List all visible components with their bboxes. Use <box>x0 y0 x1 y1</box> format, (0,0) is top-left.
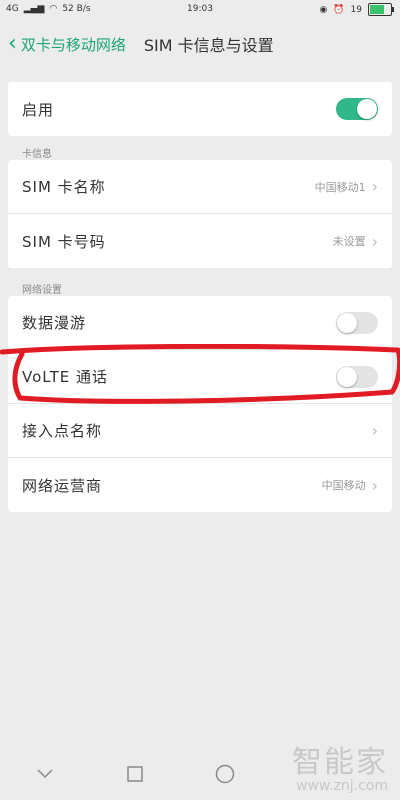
enable-row[interactable]: 启用 <box>8 82 392 136</box>
apn-label: 接入点名称 <box>22 422 103 440</box>
apn-row[interactable]: 接入点名称 › <box>8 404 392 458</box>
chevron-right-icon: › <box>371 177 378 196</box>
data-roaming-toggle[interactable] <box>336 311 378 334</box>
watermark-brand: 智能家 <box>292 745 388 780</box>
data-roaming-row[interactable]: 数据漫游 <box>8 296 392 350</box>
carrier-row[interactable]: 网络运营商 中国移动 › <box>8 458 392 512</box>
network-settings-section-label: 网络设置 <box>22 285 62 296</box>
sim-name-value: 中国移动1 <box>314 180 366 194</box>
battery-percent: 19 <box>350 4 362 15</box>
alarm-icon: ⏰ <box>333 4 345 15</box>
toggle-knob <box>357 99 377 119</box>
recents-nav-button[interactable] <box>115 754 155 794</box>
enable-label: 启用 <box>22 100 55 119</box>
chevron-left-icon: ‹ <box>8 31 17 56</box>
page-title: SIM 卡信息与设置 <box>143 36 274 55</box>
watermark: 智能家 www.znj.com <box>292 745 388 795</box>
status-right: ◉ ⏰ 19 <box>319 3 394 16</box>
back-button[interactable]: ‹ 双卡与移动网络 <box>8 33 126 55</box>
carrier-value: 中国移动 <box>321 479 366 492</box>
chevron-right-icon: › <box>371 475 378 495</box>
sim-name-row[interactable]: SIM 卡名称 中国移动1 › <box>8 160 392 214</box>
status-bar: 4G ▂▄▆ ◠ 52 B/s 19:03 ◉ ⏰ 19 <box>0 0 400 22</box>
enable-card: 启用 <box>8 82 392 136</box>
carrier-label: 网络运营商 <box>22 476 103 495</box>
watermark-url: www.znj.com <box>296 778 388 794</box>
network-settings-card: 数据漫游 VoLTE 通话 接入点名称 › 网络运营商 中国移动 › <box>8 296 392 512</box>
square-icon <box>127 766 143 782</box>
sim-name-label: SIM 卡名称 <box>22 178 106 196</box>
card-info-card: SIM 卡名称 中国移动1 › SIM 卡号码 未设置 › <box>8 160 392 268</box>
chevron-right-icon: › <box>371 231 378 251</box>
title-bar: ‹ 双卡与移动网络 SIM 卡信息与设置 <box>0 22 400 66</box>
back-nav-button[interactable] <box>25 754 65 794</box>
volte-row[interactable]: VoLTE 通话 <box>8 350 392 404</box>
toggle-knob <box>337 366 357 387</box>
home-nav-button[interactable] <box>205 754 245 794</box>
enable-toggle[interactable] <box>336 98 378 120</box>
lock-icon: ◉ <box>319 4 328 15</box>
circle-icon <box>215 764 235 784</box>
volte-toggle[interactable] <box>336 365 378 388</box>
sim-number-row[interactable]: SIM 卡号码 未设置 › <box>8 214 392 268</box>
toggle-knob <box>337 312 357 333</box>
back-label: 双卡与移动网络 <box>20 35 126 54</box>
chevron-down-icon <box>37 769 53 779</box>
battery-icon <box>368 3 394 16</box>
sim-number-value: 未设置 <box>332 235 366 248</box>
chevron-right-icon: › <box>371 421 378 440</box>
card-info-section-label: 卡信息 <box>22 149 52 160</box>
data-roaming-label: 数据漫游 <box>22 314 87 332</box>
sim-number-label: SIM 卡号码 <box>22 232 106 251</box>
volte-label: VoLTE 通话 <box>22 368 108 386</box>
